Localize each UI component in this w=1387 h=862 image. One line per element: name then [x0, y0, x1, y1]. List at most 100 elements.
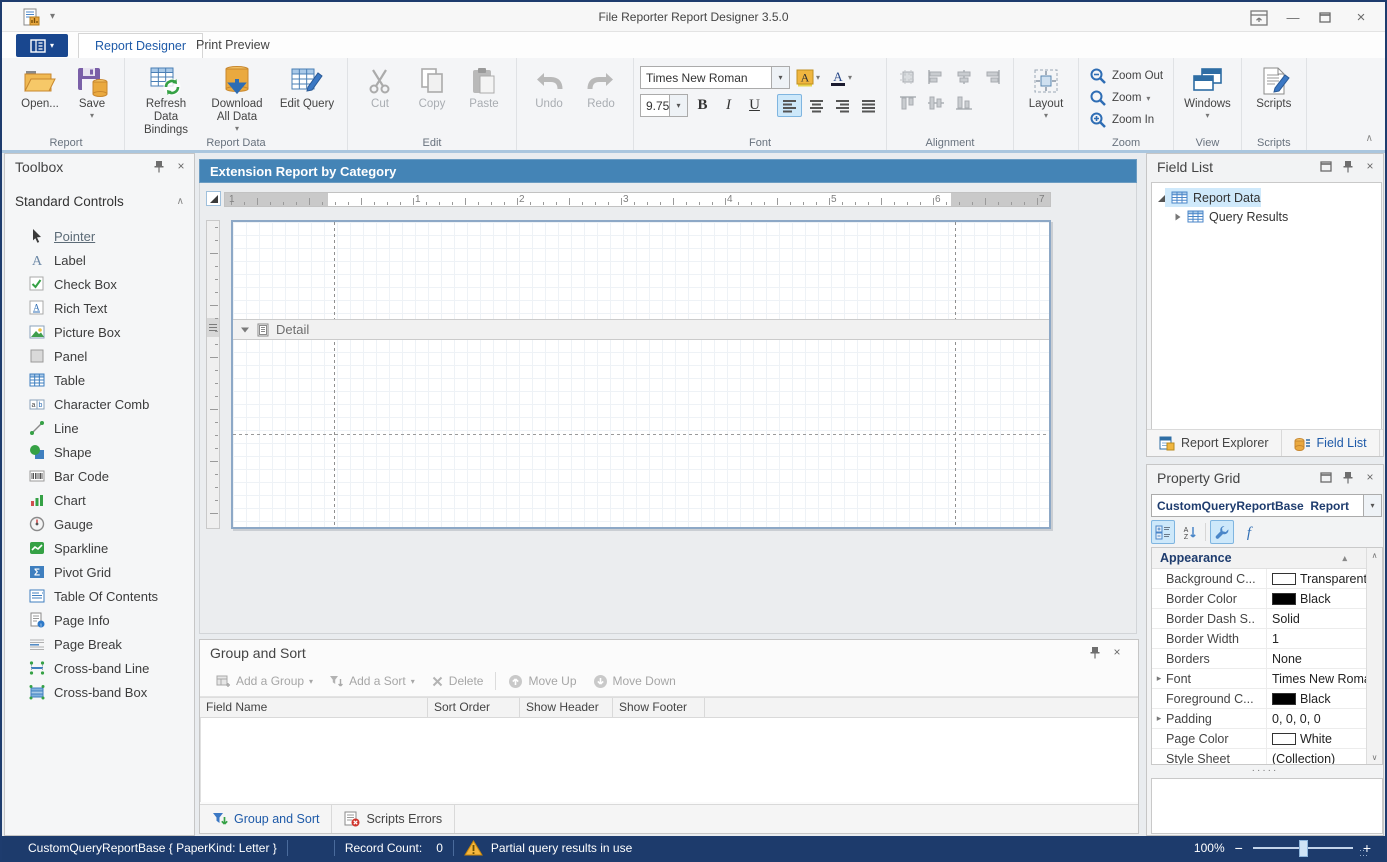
property-value[interactable]: Black: [1266, 589, 1367, 608]
collapse-ribbon-icon[interactable]: ∧: [1366, 133, 1373, 144]
underline-button[interactable]: U: [743, 95, 766, 116]
zoom-out-button[interactable]: Zoom Out: [1085, 65, 1167, 87]
tree-node-report-data[interactable]: Report Data: [1152, 188, 1381, 207]
collapsed-arrow-icon[interactable]: [1174, 212, 1182, 222]
property-grid-pin-icon[interactable]: [1341, 470, 1355, 484]
property-value[interactable]: White: [1266, 729, 1367, 748]
toolbox-item-shape[interactable]: Shape: [5, 440, 194, 464]
justify-button[interactable]: [857, 95, 880, 116]
field-list-pin-icon[interactable]: [1341, 159, 1355, 173]
align-right-button[interactable]: [831, 95, 854, 116]
zoom-in-button[interactable]: Zoom In: [1085, 109, 1167, 131]
property-row[interactable]: BordersNone: [1152, 649, 1367, 669]
toolbox-item-sparkline[interactable]: Sparkline: [5, 536, 194, 560]
events-view-button[interactable]: f: [1238, 521, 1260, 543]
windows-button[interactable]: Windows ▾: [1180, 61, 1235, 123]
property-value[interactable]: None: [1266, 649, 1367, 668]
tab-scripts-errors[interactable]: Scripts Errors: [332, 805, 455, 833]
undo-button[interactable]: Undo: [523, 61, 575, 114]
zoom-button[interactable]: Zoom▾: [1085, 87, 1167, 109]
toolbox-item-pivot-grid[interactable]: ΣPivot Grid: [5, 560, 194, 584]
property-value[interactable]: 1: [1266, 629, 1367, 648]
alphabetical-view-button[interactable]: AZ: [1179, 521, 1201, 543]
toolbox-pin-icon[interactable]: [152, 159, 166, 173]
toolbox-item-cross-band-line[interactable]: Cross-band Line: [5, 656, 194, 680]
toolbox-item-pointer[interactable]: Pointer: [5, 224, 194, 248]
property-row[interactable]: Background C...Transparent: [1152, 569, 1367, 589]
move-down-button[interactable]: Move Down: [585, 669, 684, 693]
zoom-slider-thumb[interactable]: [1299, 840, 1308, 857]
toolbox-item-line[interactable]: Line: [5, 416, 194, 440]
property-value[interactable]: Transparent: [1266, 569, 1367, 588]
paste-button[interactable]: Paste: [458, 61, 510, 114]
property-row[interactable]: Style Sheet(Collection): [1152, 749, 1367, 765]
zoom-slider[interactable]: [1253, 847, 1353, 849]
toolbox-item-label[interactable]: ALabel: [5, 248, 194, 272]
field-list-close-icon[interactable]: ×: [1363, 159, 1377, 173]
add-a-group-button[interactable]: Add a Group▾: [208, 669, 321, 693]
redo-button[interactable]: Redo: [575, 61, 627, 114]
download-all-data-button[interactable]: Download All Data ▾: [201, 61, 273, 136]
align-lefts-icon[interactable]: [927, 69, 945, 85]
property-value[interactable]: (Collection): [1266, 749, 1367, 765]
toolbox-item-panel[interactable]: Panel: [5, 344, 194, 368]
scroll-up-icon[interactable]: ∧: [1367, 548, 1382, 562]
align-left-button[interactable]: [777, 94, 802, 117]
expand-icon[interactable]: ▸: [1152, 713, 1166, 724]
minimize-button[interactable]: —: [1281, 8, 1305, 27]
tab-group-and-sort[interactable]: Group and Sort: [200, 805, 332, 833]
panel-splitter[interactable]: ·····: [1147, 765, 1383, 776]
align-bottoms-icon[interactable]: [955, 95, 973, 111]
font-color-button[interactable]: A ▾: [826, 67, 856, 88]
report-page[interactable]: Detail: [231, 220, 1051, 529]
toolbox-close-icon[interactable]: ×: [174, 159, 188, 173]
group-sort-body[interactable]: [200, 718, 1138, 802]
ribbon-toggle-button[interactable]: [1247, 8, 1271, 27]
property-row[interactable]: Border Width1: [1152, 629, 1367, 649]
cut-button[interactable]: Cut: [354, 61, 406, 114]
ruler-corner-button[interactable]: [206, 191, 221, 206]
toolbox-item-page-break[interactable]: Page Break: [5, 632, 194, 656]
property-row[interactable]: ▸FontTimes New Roman,...: [1152, 669, 1367, 689]
align-middles-icon[interactable]: [927, 95, 945, 111]
refresh-data-bindings-button[interactable]: Refresh Data Bindings: [131, 61, 201, 140]
scripts-button[interactable]: Scripts: [1248, 61, 1300, 114]
expand-icon[interactable]: ▸: [1152, 673, 1166, 684]
column-header-show-footer[interactable]: Show Footer: [613, 698, 705, 717]
toolbox-section-standard-controls[interactable]: Standard Controls ∧: [5, 188, 194, 214]
edit-query-button[interactable]: Edit Query: [273, 61, 341, 114]
property-value[interactable]: Times New Roman,...: [1266, 669, 1367, 688]
property-value[interactable]: 0, 0, 0, 0: [1266, 709, 1367, 728]
align-centers-icon[interactable]: [955, 69, 973, 85]
font-family-combo-arrow-icon[interactable]: ▾: [771, 67, 789, 88]
tab-field-list[interactable]: Field List: [1282, 430, 1380, 456]
copy-button[interactable]: Copy: [406, 61, 458, 114]
property-grid-close-icon[interactable]: ×: [1363, 470, 1377, 484]
property-value[interactable]: Black: [1266, 689, 1367, 708]
property-value[interactable]: Solid: [1266, 609, 1367, 628]
column-header-show-header[interactable]: Show Header: [520, 698, 613, 717]
property-grid-scrollbar[interactable]: ∧ ∨: [1366, 548, 1382, 764]
component-selector-combo[interactable]: CustomQueryReportBase Report ▾: [1151, 494, 1382, 517]
vertical-ruler[interactable]: [206, 220, 220, 529]
align-center-button[interactable]: [805, 95, 828, 116]
category-appearance[interactable]: Appearance ▴: [1152, 548, 1367, 569]
font-size-combo[interactable]: 9.75 ▾: [640, 94, 688, 117]
resize-grip[interactable]: ⋯⋯: [1359, 848, 1369, 858]
layout-button[interactable]: Layout ▾: [1020, 61, 1072, 123]
group-sort-pin-icon[interactable]: [1088, 645, 1102, 659]
tab-print-preview[interactable]: Print Preview: [180, 33, 286, 58]
snap-to-grid-icon[interactable]: [899, 69, 917, 85]
categorized-view-button[interactable]: [1151, 520, 1175, 544]
bold-button[interactable]: B: [691, 95, 714, 116]
close-button[interactable]: ×: [1349, 8, 1373, 27]
tree-node-query-results[interactable]: Query Results: [1152, 207, 1381, 226]
tab-report-explorer[interactable]: Report Explorer: [1147, 430, 1282, 456]
group-sort-close-icon[interactable]: ×: [1110, 645, 1124, 659]
align-rights-icon[interactable]: [983, 69, 1001, 85]
highlight-color-button[interactable]: A ▾: [793, 67, 823, 88]
add-a-sort-button[interactable]: Add a Sort▾: [321, 669, 423, 693]
application-menu-button[interactable]: ▾: [16, 34, 68, 57]
toolbox-item-page-info[interactable]: iPage Info: [5, 608, 194, 632]
column-header-field-name[interactable]: Field Name: [200, 698, 428, 717]
